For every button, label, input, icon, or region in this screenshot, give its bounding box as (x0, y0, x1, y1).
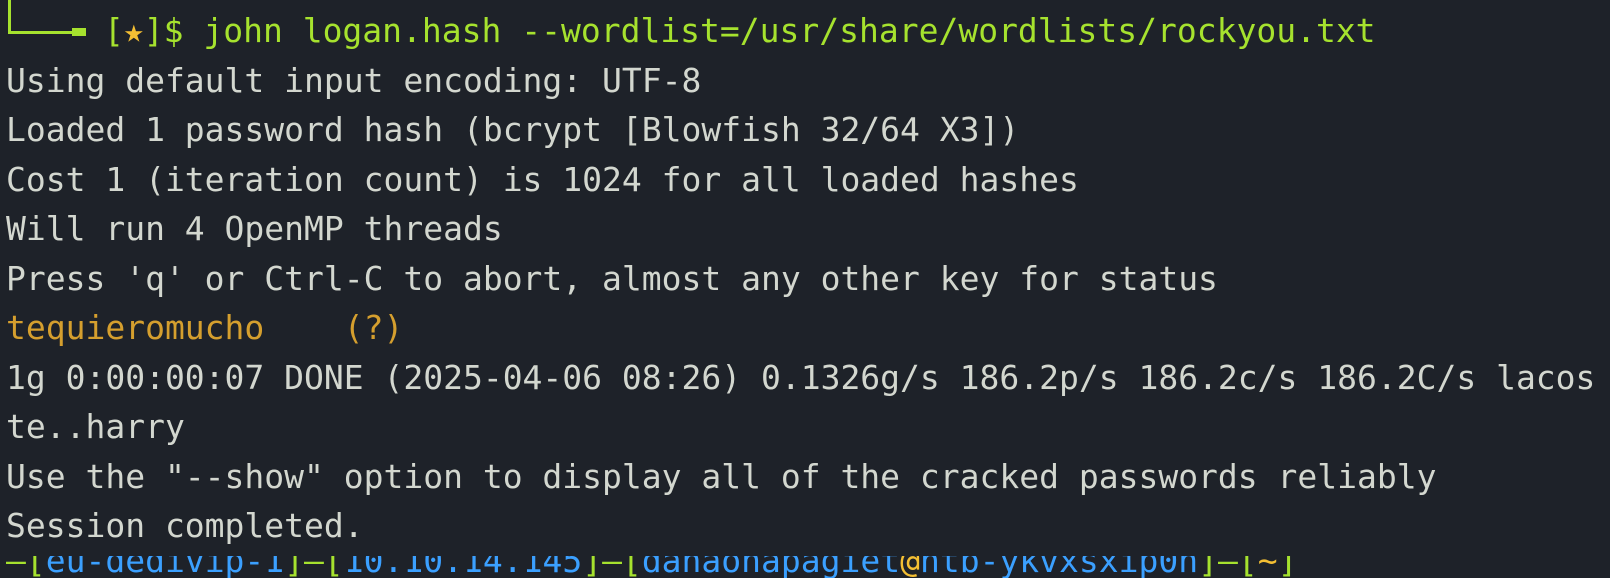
next-prompt-fragment: —[eu-dedivip-1]—[10.10.14.145]—[danaonap… (0, 556, 1610, 578)
cracked-password-line: tequieromucho (?) (6, 303, 403, 353)
output-line: Loaded 1 password hash (bcrypt [Blowfish… (6, 110, 1020, 149)
output-line: Using default input encoding: UTF-8 (6, 61, 702, 100)
next-prompt-sep: ]—[ (1198, 556, 1258, 578)
next-prompt-ip: 10.10.14.145 (343, 556, 583, 578)
prompt-open-bracket: [ (104, 11, 124, 50)
prompt-frame-corner (8, 0, 78, 34)
output-line: Press 'q' or Ctrl-C to abort, almost any… (6, 259, 1218, 298)
next-prompt-end: ] (1277, 556, 1298, 578)
cracked-password: tequieromucho (6, 308, 265, 347)
next-prompt-vpn: eu-dedivip-1 (45, 556, 285, 578)
next-prompt-at: @ (900, 556, 920, 578)
prompt-frame-arrow (72, 28, 86, 36)
status-line: 1g 0:00:00:07 DONE (2025-04-06 08:26) 0.… (6, 358, 1596, 397)
output-line: Will run 4 OpenMP threads (6, 209, 503, 248)
next-prompt-host: htb-ykvxsxip0h (919, 556, 1199, 578)
status-line: Session completed. (6, 506, 364, 545)
next-prompt-user: danaonapagiet (641, 556, 901, 578)
output-line: Cost 1 (iteration count) is 1024 for all… (6, 160, 1079, 199)
prompt-star-icon: ★ (123, 11, 144, 50)
status-line: te..harry (6, 407, 185, 446)
next-prompt-line: —[eu-dedivip-1]—[10.10.14.145]—[danaonap… (6, 556, 1297, 578)
next-prompt-sep: ]—[ (582, 556, 642, 578)
status-line: Use the "--show" option to display all o… (6, 457, 1437, 496)
next-prompt-dir: ~ (1257, 556, 1278, 578)
next-prompt-lead: —[ (6, 556, 46, 578)
prompt-close-bracket: ]$ (143, 11, 204, 50)
command-text: john logan.hash --wordlist=/usr/share/wo… (203, 11, 1376, 50)
command-prompt-line: [★]$ john logan.hash --wordlist=/usr/sha… (104, 6, 1376, 56)
next-prompt-sep: ]—[ (284, 556, 344, 578)
terminal-window[interactable]: [★]$ john logan.hash --wordlist=/usr/sha… (0, 0, 1610, 578)
cracked-user: (?) (264, 308, 404, 347)
